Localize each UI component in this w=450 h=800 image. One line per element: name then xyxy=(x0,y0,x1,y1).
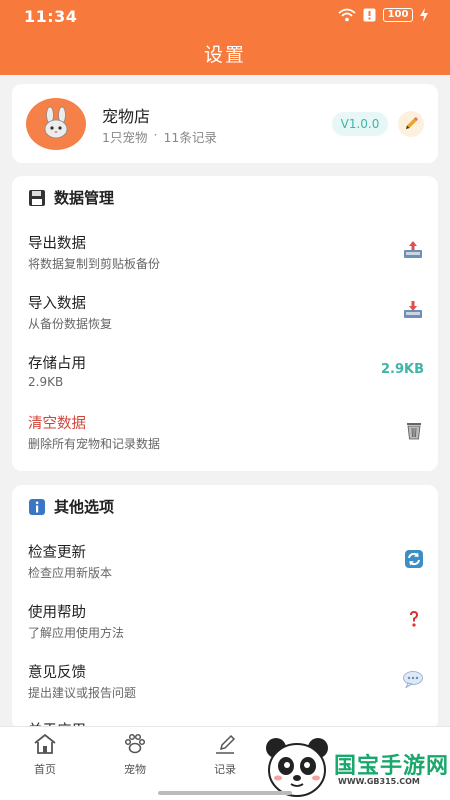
row-subtitle: 检查应用新版本 xyxy=(28,566,113,580)
profile-stats: 1只宠物 · 11条记录 xyxy=(102,127,217,146)
section-title-other: 其他选项 xyxy=(54,498,115,516)
row-clear-data[interactable]: 清空数据 删除所有宠物和记录数据 xyxy=(12,412,438,468)
nav-label-home: 首页 xyxy=(34,763,56,776)
watermark-text: 国宝手游网 xyxy=(334,754,450,779)
profile-card[interactable]: 宠物店 1只宠物 · 11条记录 V1.0.0 xyxy=(12,84,438,163)
record-count: 11条记录 xyxy=(163,130,217,145)
question-mark-icon xyxy=(404,609,424,633)
nav-label-records: 记录 xyxy=(214,763,236,776)
status-bar: 11:34 100 xyxy=(0,0,450,34)
row-title: 导入数据 xyxy=(28,296,86,312)
edit-button[interactable] xyxy=(398,111,424,137)
separator-dot: · xyxy=(153,127,158,142)
wifi-icon xyxy=(338,8,356,22)
speech-bubble-icon xyxy=(402,669,424,693)
nav-label-pets: 宠物 xyxy=(124,763,146,776)
row-title: 导出数据 xyxy=(28,236,86,252)
edit-icon xyxy=(216,734,236,754)
storage-value: 2.9KB xyxy=(380,362,424,377)
row-help[interactable]: 使用帮助 了解应用使用方法 xyxy=(12,601,438,657)
nav-records[interactable]: 记录 xyxy=(190,733,260,777)
row-title: 清空数据 xyxy=(28,416,86,432)
row-export-data[interactable]: 导出数据 将数据复制到剪贴板备份 xyxy=(12,232,438,288)
row-title: 使用帮助 xyxy=(28,605,86,621)
alert-icon xyxy=(363,8,376,22)
row-subtitle: 了解应用使用方法 xyxy=(28,626,125,640)
row-check-update[interactable]: 检查更新 检查应用新版本 xyxy=(12,541,438,597)
section-header-other: 其他选项 xyxy=(28,496,114,517)
status-time: 11:34 xyxy=(24,7,78,26)
home-indicator xyxy=(158,791,292,795)
avatar[interactable] xyxy=(26,98,86,150)
export-icon xyxy=(402,240,424,264)
page-title: 设置 xyxy=(203,44,246,66)
pencil-icon xyxy=(406,117,418,129)
app-header: 11:34 100 设置 xyxy=(0,0,450,75)
refresh-icon xyxy=(404,549,424,573)
row-feedback[interactable]: 意见反馈 提出建议或报告问题 xyxy=(12,661,438,717)
charging-icon xyxy=(420,8,428,22)
row-title: 存储占用 xyxy=(28,356,86,372)
trash-icon xyxy=(404,420,424,444)
row-title: 检查更新 xyxy=(28,545,86,561)
row-subtitle: 提出建议或报告问题 xyxy=(28,686,137,700)
nav-pets[interactable]: 宠物 xyxy=(100,733,170,777)
watermark-url: WWW.GB315.COM xyxy=(338,777,420,786)
version-badge: V1.0.0 xyxy=(332,112,388,136)
rabbit-icon xyxy=(44,106,68,139)
data-management-card: 数据管理 导出数据 将数据复制到剪贴板备份 导入数据 从备份数据恢复 存储占用 … xyxy=(12,176,438,471)
row-import-data[interactable]: 导入数据 从备份数据恢复 xyxy=(12,292,438,348)
paw-icon xyxy=(124,733,146,754)
row-subtitle: 将数据复制到剪贴板备份 xyxy=(28,257,161,271)
status-icons: 100 xyxy=(338,8,428,22)
battery-icon: 100 xyxy=(383,8,413,22)
info-icon xyxy=(29,498,45,515)
pet-count: 1只宠物 xyxy=(102,130,148,145)
import-icon xyxy=(402,300,424,324)
other-options-card: 其他选项 检查更新 检查应用新版本 使用帮助 了解应用使用方法 意见反馈 提出建… xyxy=(12,485,438,730)
row-subtitle: 2.9KB xyxy=(28,375,64,389)
row-subtitle: 从备份数据恢复 xyxy=(28,317,113,331)
section-header-data: 数据管理 xyxy=(28,187,114,208)
shop-name: 宠物店 xyxy=(102,107,151,126)
nav-home[interactable]: 首页 xyxy=(10,733,80,777)
floppy-disk-icon xyxy=(29,189,45,206)
row-storage-usage: 存储占用 2.9KB 2.9KB xyxy=(12,352,438,408)
section-title-data: 数据管理 xyxy=(54,189,115,207)
row-title: 意见反馈 xyxy=(28,665,86,681)
row-subtitle: 删除所有宠物和记录数据 xyxy=(28,437,161,451)
home-icon xyxy=(34,733,56,754)
